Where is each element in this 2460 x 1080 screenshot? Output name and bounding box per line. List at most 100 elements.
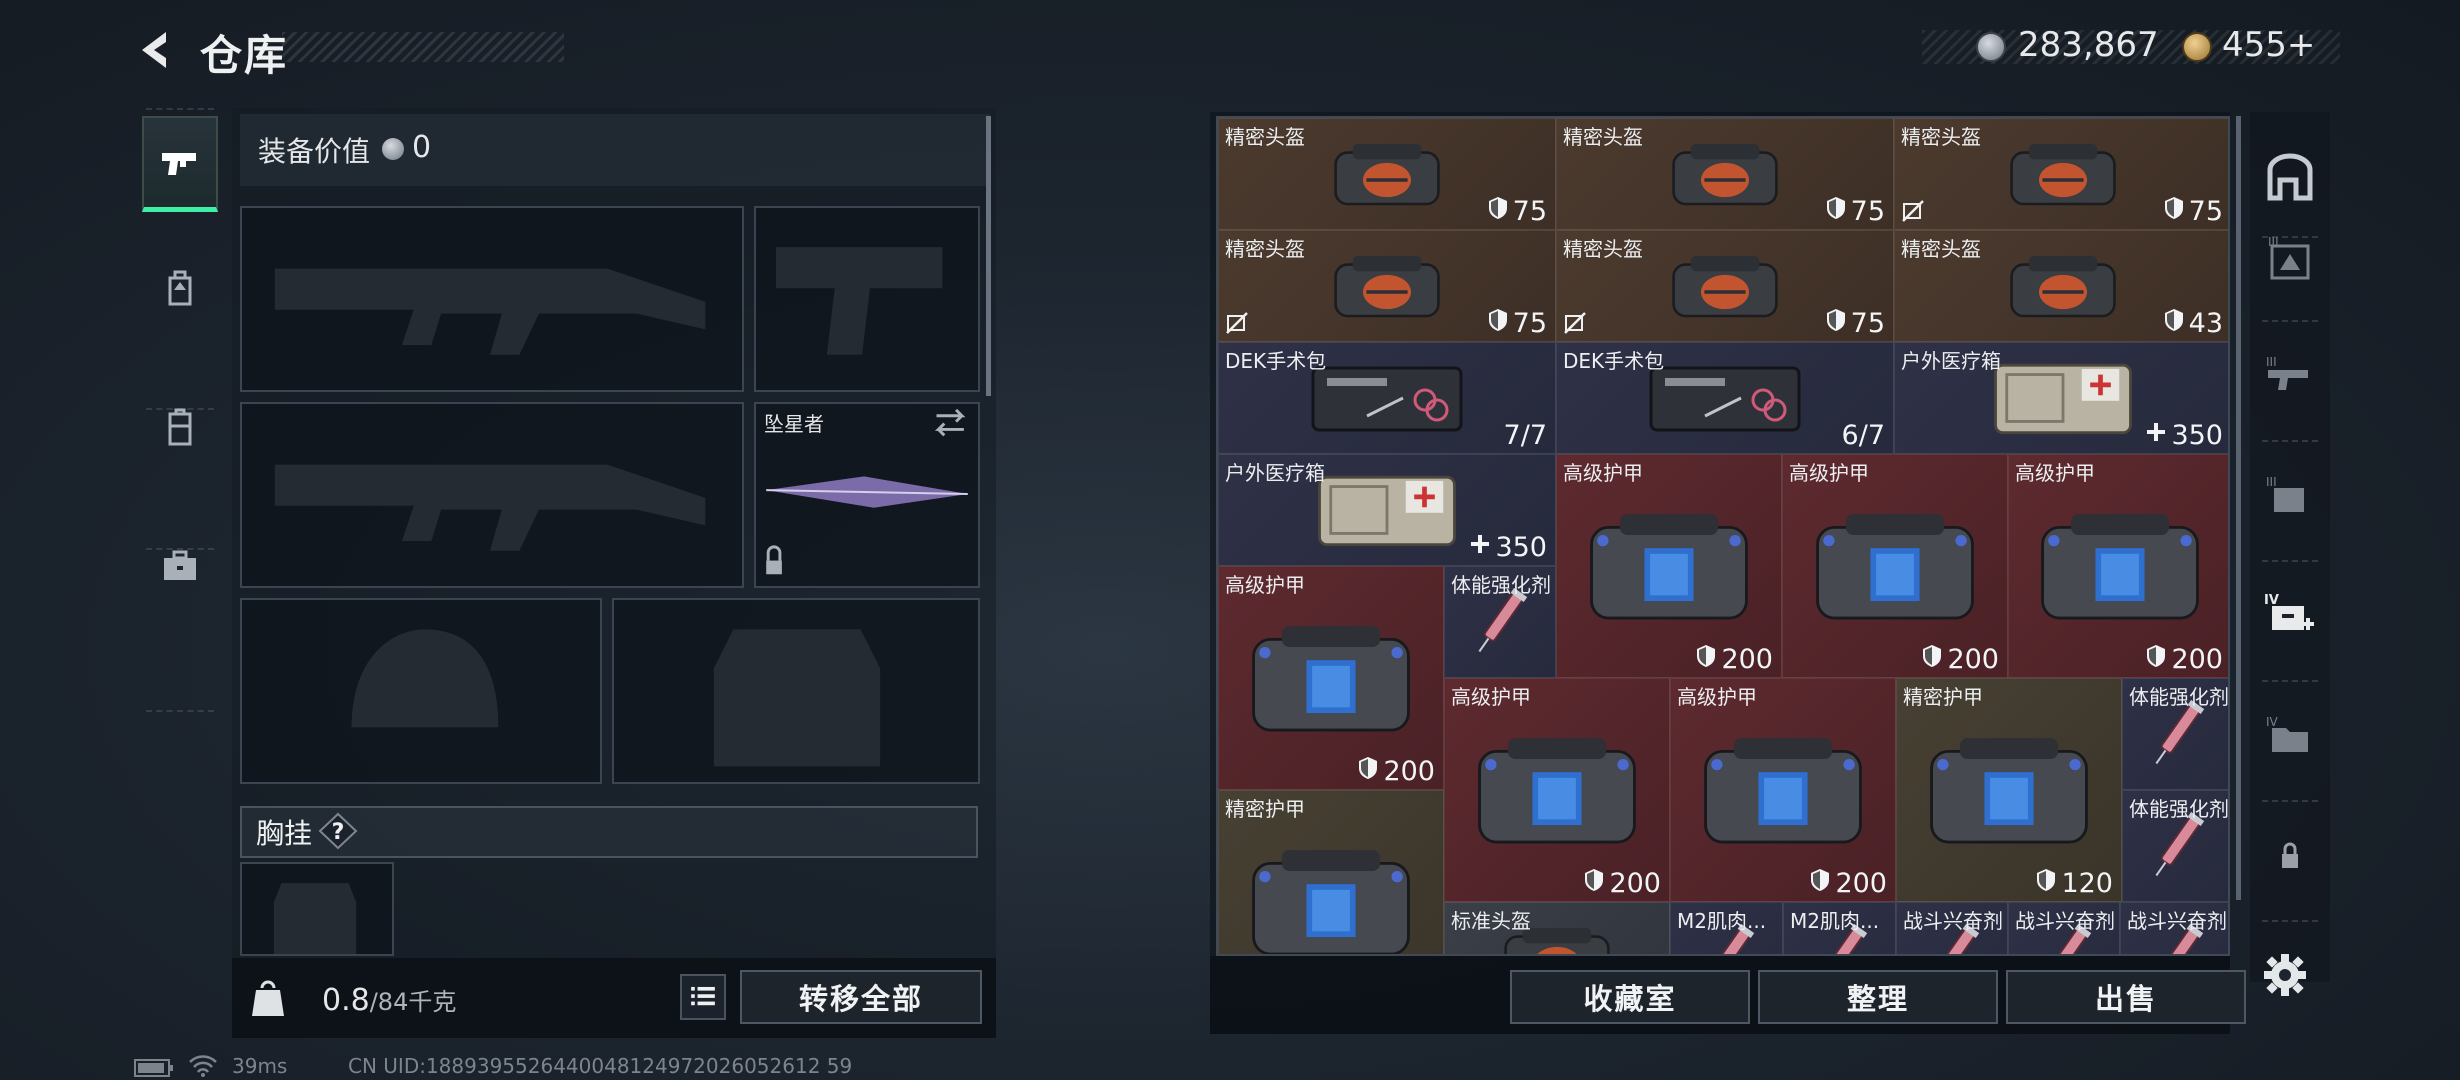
stash-item[interactable]: 体能强化剂: [2122, 678, 2228, 790]
list-view-button[interactable]: [680, 974, 726, 1020]
settings-gear-icon[interactable]: [2262, 952, 2308, 998]
swap-icon[interactable]: [756, 404, 978, 586]
item-durability: 75: [1487, 196, 1547, 227]
stash-item[interactable]: 战斗兴奋剂: [1896, 902, 2008, 954]
stash-item[interactable]: 高级护甲 200: [1444, 678, 1670, 902]
item-durability: 200: [1357, 756, 1435, 787]
item-name: 精密头盔: [1901, 125, 1981, 149]
stash-item[interactable]: 精密头盔 75: [1556, 230, 1894, 342]
item-name: DEK手术包: [1563, 349, 1665, 373]
item-durability: 200: [1809, 868, 1887, 899]
helmet-item-icon: [1327, 247, 1447, 329]
item-durability: 7/7: [1504, 420, 1547, 451]
stash-item[interactable]: 精密护甲: [1218, 790, 1444, 954]
weight-icon: [252, 980, 284, 1016]
stash-item[interactable]: 精密头盔 43: [1894, 230, 2228, 342]
stash-item[interactable]: DEK手术包 6/7: [1556, 342, 1894, 454]
shield-icon: [2163, 196, 2185, 227]
stash-item[interactable]: M2肌肉...: [1783, 902, 1896, 954]
stash-item[interactable]: 高级护甲 200: [2008, 454, 2228, 678]
stash-item[interactable]: M2肌肉...: [1670, 902, 1783, 954]
stash-item[interactable]: 高级护甲 200: [1218, 566, 1444, 790]
stash-scrollbar[interactable]: [2236, 116, 2241, 900]
armor-item-icon: [1246, 618, 1416, 746]
stash-item[interactable]: 精密头盔 75: [1218, 118, 1556, 230]
stash-item[interactable]: 精密头盔 75: [1556, 118, 1894, 230]
nav-backpack[interactable]: [142, 240, 218, 336]
stash-item[interactable]: 精密护甲 120: [1896, 678, 2122, 902]
stash-item[interactable]: 标准头盔: [1444, 902, 1670, 954]
shield-icon: [1921, 644, 1943, 675]
silver-currency[interactable]: 283,867: [2018, 25, 2159, 65]
equipment-scrollbar[interactable]: [986, 116, 991, 396]
stash-item[interactable]: 户外医疗箱 350: [1894, 342, 2228, 454]
stash-item[interactable]: 高级护甲 200: [1556, 454, 1782, 678]
item-count: 7/7: [1503, 420, 1547, 451]
stash-item[interactable]: 战斗兴奋剂: [2120, 902, 2228, 954]
armor-item-icon: [1584, 506, 1754, 634]
item-name: 精密头盔: [1225, 237, 1305, 261]
item-count: 350: [2171, 420, 2223, 451]
helmet-item-icon: [2003, 135, 2123, 217]
filter-weapons[interactable]: III: [2256, 326, 2324, 426]
helmet-silhouette-icon: [351, 629, 499, 728]
item-name: 精密头盔: [1563, 125, 1643, 149]
item-durability: 75: [1487, 308, 1547, 339]
weapon-filter-icon: III: [2266, 355, 2308, 390]
filter-medical[interactable]: IV: [2256, 566, 2324, 666]
item-count: 200: [1835, 868, 1887, 899]
stash-item[interactable]: 户外医疗箱 350: [1218, 454, 1556, 566]
helmet-item-icon: [1665, 247, 1785, 329]
primary-weapon-slot[interactable]: [240, 206, 744, 392]
item-count: 200: [2171, 644, 2223, 675]
list-icon: [691, 986, 715, 1006]
item-name: 户外医疗箱: [1901, 349, 2001, 373]
loadout-nav: [134, 108, 226, 712]
stash-item[interactable]: 高级护甲 200: [1670, 678, 1896, 902]
help-icon[interactable]: ?: [318, 812, 358, 850]
armor-item-icon: [2035, 506, 2205, 634]
shield-icon: [1825, 196, 1847, 227]
secondary-weapon-slot[interactable]: [240, 402, 744, 588]
stash-item[interactable]: 体能强化剂: [2122, 790, 2228, 902]
transfer-all-button[interactable]: 转移全部: [740, 970, 982, 1024]
melee-slot[interactable]: 坠星者: [754, 402, 980, 588]
armor-silhouette-icon: [713, 629, 881, 767]
nav-toolbox[interactable]: [142, 518, 218, 614]
pistol-slot[interactable]: [754, 206, 980, 392]
armor-slot[interactable]: [612, 598, 980, 784]
chest-rig-slot[interactable]: [240, 862, 394, 956]
stash-item[interactable]: 精密头盔 75: [1218, 230, 1556, 342]
plus-icon: [1469, 532, 1491, 563]
filter-helmets[interactable]: III: [2256, 210, 2324, 310]
not-tradeable-icon: [1563, 311, 1587, 335]
item-name: M2肌肉...: [1677, 909, 1767, 933]
title-decoration: [282, 32, 564, 62]
organize-button[interactable]: 整理: [1758, 970, 1998, 1024]
item-durability: 350: [1469, 532, 1547, 563]
shield-icon: [1487, 196, 1509, 227]
filter-locked[interactable]: [2256, 806, 2324, 906]
helmet-slot[interactable]: [240, 598, 602, 784]
chest-rig-label: 胸挂: [256, 817, 313, 850]
nav-vest[interactable]: [142, 380, 218, 476]
gold-currency[interactable]: 455+: [2222, 25, 2315, 65]
stash-item[interactable]: 高级护甲 200: [1782, 454, 2008, 678]
collection-button[interactable]: 收藏室: [1510, 970, 1750, 1024]
sell-button[interactable]: 出售: [2006, 970, 2246, 1024]
back-arrow-icon[interactable]: [132, 26, 180, 74]
battery-icon: [134, 1059, 173, 1077]
stash-item[interactable]: 体能强化剂: [1444, 566, 1556, 678]
stash-item[interactable]: 精密头盔 75: [1894, 118, 2228, 230]
item-count: 75: [1850, 196, 1885, 227]
helmet-filter-icon: III: [2268, 235, 2310, 280]
item-name: 战斗兴奋剂: [1903, 909, 2003, 933]
item-durability: 75: [1825, 308, 1885, 339]
stash-item[interactable]: DEK手术包 7/7: [1218, 342, 1556, 454]
medbox-item-icon: [1988, 355, 2138, 445]
filter-gear[interactable]: III: [2256, 446, 2324, 546]
filter-folder[interactable]: IV: [2256, 686, 2324, 786]
armor-item-icon: [1472, 730, 1642, 858]
stash-item[interactable]: 战斗兴奋剂: [2008, 902, 2120, 954]
nav-weapons[interactable]: [142, 116, 218, 212]
